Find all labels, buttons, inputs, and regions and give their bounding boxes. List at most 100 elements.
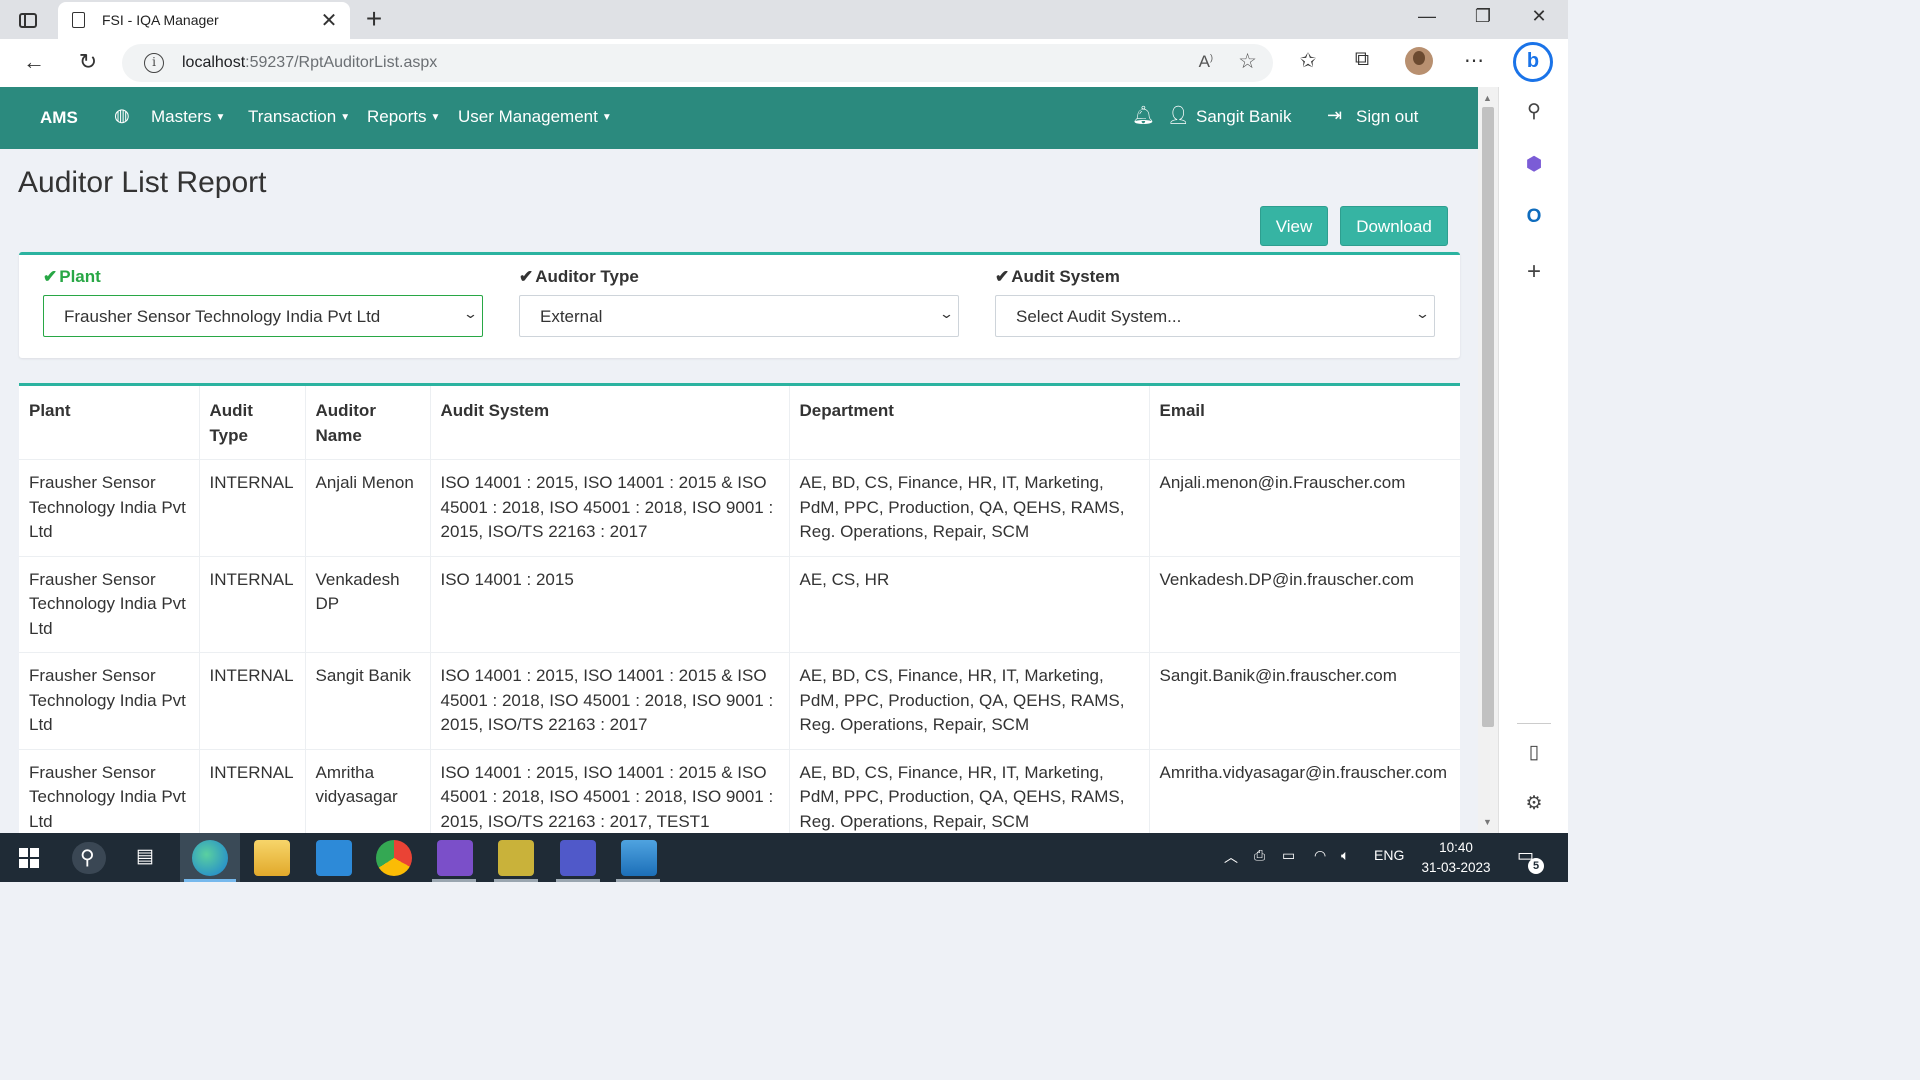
search-icon[interactable]: ⚲ bbox=[1521, 99, 1547, 125]
audit-system-label: ✔ Audit System bbox=[995, 267, 1120, 286]
windows-start-icon[interactable] bbox=[19, 848, 39, 868]
tab-title: FSI - IQA Manager bbox=[102, 12, 219, 28]
add-icon[interactable]: + bbox=[1521, 259, 1547, 285]
active-app-indicator bbox=[184, 879, 236, 882]
running-app-indicator bbox=[556, 879, 600, 882]
site-info-icon[interactable]: i bbox=[144, 53, 164, 73]
hide-sidebar-icon[interactable]: ▯ bbox=[1521, 740, 1547, 766]
nav-masters[interactable]: Masters ▼ bbox=[151, 107, 225, 127]
view-button[interactable]: View bbox=[1260, 206, 1328, 246]
chevron-down-icon: ⌄ bbox=[1414, 306, 1431, 321]
col-header-email[interactable]: Email bbox=[1149, 386, 1460, 460]
auditor-table: Plant Audit Type Auditor Name Audit Syst… bbox=[19, 386, 1460, 833]
plant-select[interactable]: Frausher Sensor Technology India Pvt Ltd… bbox=[43, 295, 483, 337]
nav-transaction[interactable]: Transaction ▼ bbox=[248, 107, 350, 127]
chevron-down-icon: ⌄ bbox=[462, 306, 479, 321]
col-header-audit-type[interactable]: Audit Type bbox=[199, 386, 306, 460]
cell-auditor-name: Venkadesh DP bbox=[305, 556, 431, 653]
meet-now-icon[interactable]: ⎙ bbox=[1254, 847, 1265, 864]
file-explorer-icon[interactable] bbox=[254, 840, 290, 876]
new-tab-button[interactable]: + bbox=[362, 3, 386, 35]
cell-audit-system: ISO 14001 : 2015, ISO 14001 : 2015 & ISO… bbox=[430, 652, 790, 750]
cell-audit-type: INTERNAL bbox=[199, 459, 306, 557]
col-header-department[interactable]: Department bbox=[789, 386, 1150, 460]
copilot-icon[interactable]: ⬢ bbox=[1521, 152, 1547, 178]
edge-browser-icon[interactable] bbox=[192, 840, 228, 876]
battery-icon[interactable]: ▭ bbox=[1282, 847, 1295, 864]
audit-system-select[interactable]: Select Audit System... ⌄ bbox=[995, 295, 1435, 337]
task-view-icon[interactable]: ▤ bbox=[136, 845, 154, 868]
close-tab-icon[interactable]: ✕ bbox=[318, 8, 340, 33]
tab-actions-button[interactable] bbox=[14, 8, 42, 32]
read-aloud-icon[interactable]: A) bbox=[1199, 52, 1213, 72]
auditor-type-select[interactable]: External ⌄ bbox=[519, 295, 959, 337]
col-header-audit-system[interactable]: Audit System bbox=[430, 386, 790, 460]
address-bar[interactable]: i localhost:59237/RptAuditorList.aspx A)… bbox=[122, 44, 1273, 82]
chevron-down-icon: ▼ bbox=[340, 112, 351, 123]
sign-out-link[interactable]: Sign out bbox=[1356, 107, 1418, 127]
more-menu-icon[interactable]: ⋯ bbox=[1460, 48, 1488, 73]
profile-avatar[interactable] bbox=[1405, 47, 1433, 75]
brand-logo[interactable]: AMS bbox=[40, 108, 78, 128]
mail-icon[interactable] bbox=[316, 840, 352, 876]
outlook-icon[interactable]: O bbox=[1521, 204, 1547, 230]
auditor-type-label: ✔ Auditor Type bbox=[519, 267, 639, 286]
volume-icon[interactable]: 🔈︎ bbox=[1341, 847, 1349, 864]
running-app-indicator bbox=[616, 879, 660, 882]
cell-plant: Frausher Sensor Technology India Pvt Ltd bbox=[19, 459, 200, 557]
cell-email: Anjali.menon@in.Frauscher.com bbox=[1149, 459, 1460, 557]
visual-studio-icon[interactable] bbox=[437, 840, 473, 876]
cell-email: Amritha.vidyasagar@in.frauscher.com bbox=[1149, 749, 1460, 833]
plant-filter: ✔ Plant Frausher Sensor Technology India … bbox=[43, 267, 483, 337]
notification-bell-icon[interactable]: 🔔︎ bbox=[1132, 105, 1155, 126]
scroll-up-icon[interactable]: ▲ bbox=[1483, 93, 1492, 103]
language-indicator[interactable]: ENG bbox=[1374, 847, 1404, 863]
nav-user-management[interactable]: User Management ▼ bbox=[458, 107, 612, 127]
refresh-button[interactable]: ↻ bbox=[73, 49, 103, 75]
tools-app-icon[interactable] bbox=[498, 840, 534, 876]
show-hidden-icons-icon[interactable]: ︿ bbox=[1224, 847, 1238, 867]
back-button[interactable]: ← bbox=[19, 49, 49, 75]
url-text: localhost:59237/RptAuditorList.aspx bbox=[182, 54, 438, 71]
wifi-icon[interactable]: ◠ bbox=[1314, 847, 1326, 864]
settings-gear-icon[interactable]: ⚙ bbox=[1521, 791, 1547, 817]
app-navbar: AMS ◍ Masters ▼ Transaction ▼ Reports ▼ Use… bbox=[0, 87, 1478, 149]
minimize-button[interactable]: — bbox=[1412, 6, 1442, 27]
col-header-auditor-name[interactable]: Auditor Name bbox=[305, 386, 431, 460]
cell-email: Venkadesh.DP@in.frauscher.com bbox=[1149, 556, 1460, 653]
user-name[interactable]: Sangit Banik bbox=[1196, 107, 1291, 127]
add-favorite-icon[interactable]: ☆ bbox=[1238, 49, 1257, 74]
cell-auditor-name: Amritha vidyasagar bbox=[305, 749, 431, 833]
search-icon: ⚲ bbox=[80, 847, 95, 869]
nav-reports[interactable]: Reports ▼ bbox=[367, 107, 440, 127]
check-icon: ✔ bbox=[519, 267, 534, 286]
table-row: Frausher Sensor Technology India Pvt Ltd… bbox=[19, 459, 1460, 557]
browser-tab[interactable]: FSI - IQA Manager ✕ bbox=[58, 2, 350, 39]
clock-time: 10:40 bbox=[1439, 840, 1473, 855]
cell-department: AE, CS, HR bbox=[789, 556, 1150, 653]
col-header-plant[interactable]: Plant bbox=[19, 386, 200, 460]
favorites-icon[interactable]: ✩ bbox=[1294, 48, 1322, 73]
teams-icon[interactable] bbox=[560, 840, 596, 876]
chrome-icon[interactable] bbox=[376, 840, 412, 876]
scroll-down-icon[interactable]: ▼ bbox=[1483, 817, 1492, 827]
page-scrollbar[interactable]: ▲ ▼ bbox=[1478, 87, 1498, 833]
scrollbar-thumb[interactable] bbox=[1482, 107, 1494, 727]
cell-audit-type: INTERNAL bbox=[199, 749, 306, 833]
search-button[interactable]: ⚲ bbox=[72, 842, 106, 874]
cell-audit-type: INTERNAL bbox=[199, 556, 306, 653]
close-window-button[interactable]: ✕ bbox=[1524, 6, 1554, 27]
table-row: Frausher Sensor Technology India Pvt Ltd… bbox=[19, 652, 1460, 750]
bing-chat-icon[interactable]: b bbox=[1513, 42, 1553, 82]
download-button[interactable]: Download bbox=[1340, 206, 1448, 246]
dashboard-icon[interactable]: ◍ bbox=[114, 105, 130, 126]
auditor-type-filter: ✔ Auditor Type External ⌄ bbox=[519, 267, 959, 337]
auditor-table-panel: Plant Audit Type Auditor Name Audit Syst… bbox=[19, 383, 1460, 833]
photos-icon[interactable] bbox=[621, 840, 657, 876]
cell-plant: Frausher Sensor Technology India Pvt Ltd bbox=[19, 556, 200, 653]
table-row: Frausher Sensor Technology India Pvt Ltd… bbox=[19, 749, 1460, 833]
clock[interactable]: 10:40 31-03-2023 bbox=[1418, 838, 1494, 878]
collections-icon[interactable]: ⧉ bbox=[1348, 48, 1376, 71]
restore-button[interactable]: ❐ bbox=[1468, 6, 1498, 27]
cell-audit-system: ISO 14001 : 2015 bbox=[430, 556, 790, 653]
